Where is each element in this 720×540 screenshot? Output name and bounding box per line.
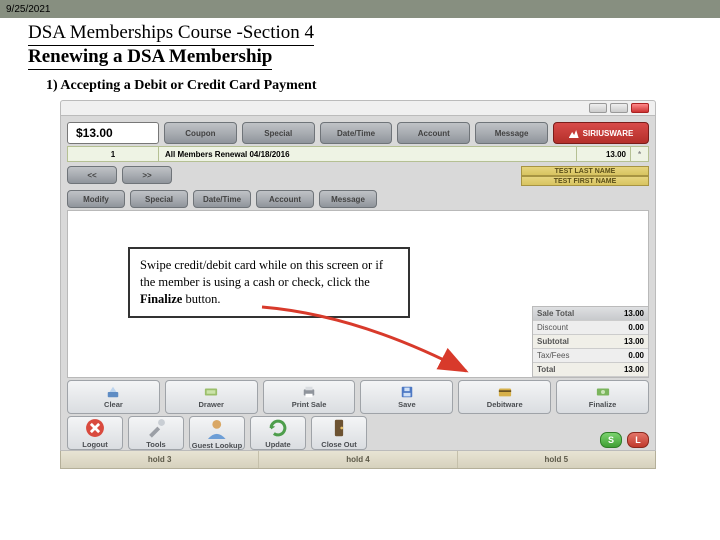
- close-button[interactable]: [631, 103, 649, 113]
- s-button[interactable]: S: [600, 432, 622, 448]
- line-item-row: 1 All Members Renewal 04/18/2016 13.00 *: [67, 146, 649, 162]
- line-marker: *: [631, 146, 649, 162]
- page-heading: DSA Memberships Course -Section 4 Renewi…: [0, 18, 720, 70]
- hold-5[interactable]: hold 5: [458, 451, 655, 468]
- prev-button[interactable]: <<: [67, 166, 117, 184]
- printer-icon: [302, 385, 316, 399]
- line-price: 13.00: [577, 146, 631, 162]
- tools-button[interactable]: Tools: [128, 416, 184, 450]
- finalize-button[interactable]: Finalize: [556, 380, 649, 414]
- top-toolbar: $13.00 Coupon Special Date/Time Account …: [61, 116, 655, 146]
- siriusware-logo-button[interactable]: SIRIUSWARE: [553, 122, 649, 144]
- maximize-button[interactable]: [610, 103, 628, 113]
- title-line-2: Renewing a DSA Membership: [28, 46, 272, 70]
- arrow-icon: [258, 305, 478, 379]
- account-button-2[interactable]: Account: [256, 190, 314, 208]
- price-display: $13.00: [67, 122, 159, 144]
- datetime-button-2[interactable]: Date/Time: [193, 190, 251, 208]
- sale-total-row: Sale Total13.00: [533, 307, 648, 321]
- siriusware-logo-icon: [569, 128, 579, 138]
- nav-row: << >> TEST LAST NAME TEST FIRST NAME: [67, 166, 649, 186]
- member-first-name: TEST FIRST NAME: [521, 176, 649, 186]
- drawer-icon: [204, 385, 218, 399]
- message-button-2[interactable]: Message: [319, 190, 377, 208]
- screenshot-container: $13.00 Coupon Special Date/Time Account …: [60, 100, 656, 469]
- next-button[interactable]: >>: [122, 166, 172, 184]
- title-line-1: DSA Memberships Course -Section 4: [28, 22, 314, 46]
- date-bar: 9/25/2021: [0, 0, 720, 18]
- sl-buttons: S L: [600, 416, 649, 448]
- member-last-name: TEST LAST NAME: [521, 166, 649, 176]
- total-row: Total13.00: [533, 363, 648, 377]
- discount-row: Discount0.00: [533, 321, 648, 335]
- callout-text: Swipe credit/debit card while on this sc…: [140, 258, 383, 289]
- l-button[interactable]: L: [627, 432, 649, 448]
- action-bar: Clear Drawer Print Sale Save Debitware F…: [67, 380, 649, 414]
- message-button[interactable]: Message: [475, 122, 548, 144]
- special-button-2[interactable]: Special: [130, 190, 188, 208]
- totals-panel: Sale Total13.00 Discount0.00 Subtotal13.…: [532, 306, 648, 377]
- logout-icon: [84, 417, 106, 439]
- pos-app-frame: $13.00 Coupon Special Date/Time Account …: [60, 116, 656, 451]
- closeout-icon: [328, 417, 350, 439]
- cash-icon: [596, 385, 610, 399]
- main-canvas: Swipe credit/debit card while on this sc…: [67, 210, 649, 378]
- callout-finalize: Finalize: [140, 292, 182, 306]
- tools-icon: [145, 417, 167, 439]
- save-button[interactable]: Save: [360, 380, 453, 414]
- line-description: All Members Renewal 04/18/2016: [159, 146, 577, 162]
- guest-lookup-button[interactable]: Guest Lookup: [189, 416, 245, 450]
- account-button[interactable]: Account: [397, 122, 470, 144]
- coupon-button[interactable]: Coupon: [164, 122, 237, 144]
- clear-button[interactable]: Clear: [67, 380, 160, 414]
- hold-3[interactable]: hold 3: [61, 451, 259, 468]
- member-info: TEST LAST NAME TEST FIRST NAME: [521, 166, 649, 186]
- special-button[interactable]: Special: [242, 122, 315, 144]
- close-out-button[interactable]: Close Out: [311, 416, 367, 450]
- debitware-button[interactable]: Debitware: [458, 380, 551, 414]
- guest-icon: [205, 417, 229, 441]
- minimize-button[interactable]: [589, 103, 607, 113]
- print-sale-button[interactable]: Print Sale: [263, 380, 356, 414]
- callout-tail: button.: [182, 292, 220, 306]
- taxfees-row: Tax/Fees0.00: [533, 349, 648, 363]
- update-icon: [267, 417, 289, 439]
- hold-bar: hold 3 hold 4 hold 5: [60, 451, 656, 469]
- card-icon: [498, 385, 512, 399]
- floppy-icon: [400, 385, 414, 399]
- modify-button[interactable]: Modify: [67, 190, 125, 208]
- window-titlebar: [60, 100, 656, 116]
- line-qty: 1: [67, 146, 159, 162]
- clear-icon: [106, 385, 120, 399]
- logout-button[interactable]: Logout: [67, 416, 123, 450]
- drawer-button[interactable]: Drawer: [165, 380, 258, 414]
- utility-bar: Logout Tools Guest Lookup Update Close O…: [67, 416, 649, 450]
- modify-row: Modify Special Date/Time Account Message: [67, 190, 649, 208]
- update-button[interactable]: Update: [250, 416, 306, 450]
- hold-4[interactable]: hold 4: [259, 451, 457, 468]
- date-value: 9/25/2021: [6, 4, 51, 15]
- siriusware-label: SIRIUSWARE: [583, 129, 634, 138]
- subtotal-row: Subtotal13.00: [533, 335, 648, 349]
- datetime-button[interactable]: Date/Time: [320, 122, 393, 144]
- step-label: 1) Accepting a Debit or Credit Card Paym…: [0, 70, 720, 100]
